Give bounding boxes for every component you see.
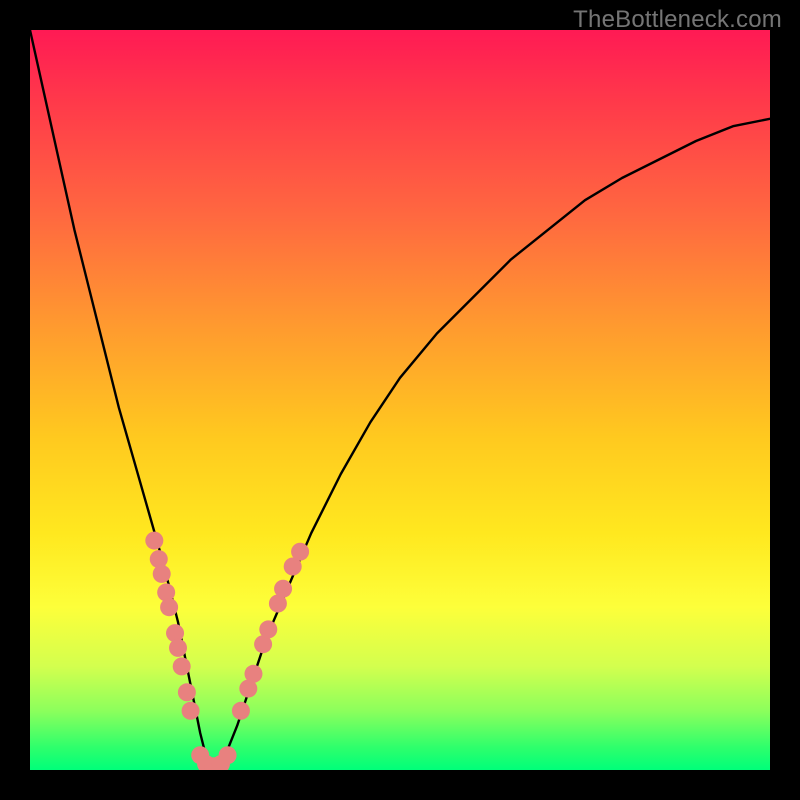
highlight-dot (291, 543, 309, 561)
highlight-dot (182, 702, 200, 720)
highlight-dots (145, 532, 309, 770)
highlight-dot (153, 565, 171, 583)
highlight-dot (160, 598, 178, 616)
highlight-dot (274, 580, 292, 598)
highlight-dot (169, 639, 187, 657)
highlight-dot (259, 620, 277, 638)
highlight-dot (150, 550, 168, 568)
highlight-dot (232, 702, 250, 720)
highlight-dot (145, 532, 163, 550)
chart-frame: TheBottleneck.com (0, 0, 800, 800)
highlight-dot (166, 624, 184, 642)
highlight-dot (157, 583, 175, 601)
highlight-dot (244, 665, 262, 683)
highlight-dot (219, 746, 237, 764)
highlight-dot (178, 683, 196, 701)
plot-area (30, 30, 770, 770)
chart-svg (30, 30, 770, 770)
bottleneck-curve (30, 30, 770, 770)
highlight-dot (173, 657, 191, 675)
